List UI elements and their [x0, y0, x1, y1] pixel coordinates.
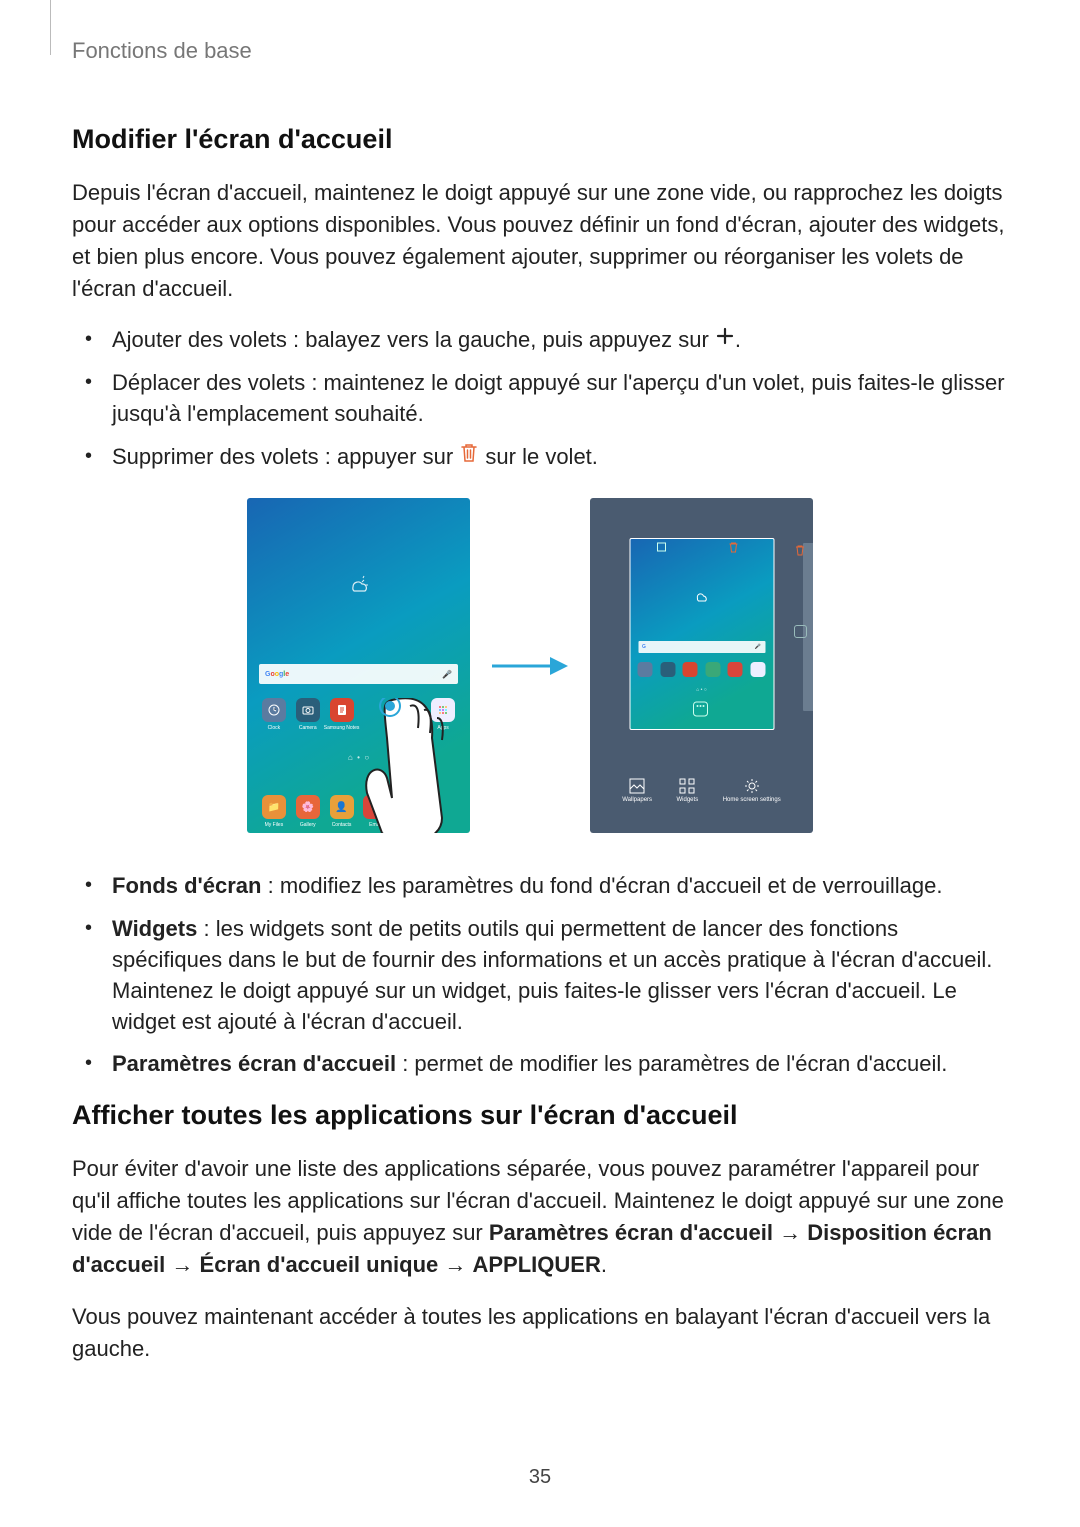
widgets-button: Widgets	[677, 778, 699, 803]
trash-icon	[460, 441, 478, 472]
contacts-icon: 👤	[330, 795, 354, 819]
bullets-b: Fonds d'écran : modifiez les paramètres …	[72, 871, 1010, 1080]
bullet-add-panels: Ajouter des volets : balayez vers la gau…	[72, 325, 1010, 357]
mp-notes-icon	[683, 662, 698, 677]
mp-apps-icon	[750, 662, 765, 677]
samsung-notes-icon	[330, 698, 354, 722]
panel-delete-icon	[795, 543, 805, 553]
panel-preview: G🎤 ⌂ • ○	[629, 538, 774, 730]
chapter-title: Fonctions de base	[72, 38, 1010, 64]
app-row-2: 📁My Files 🌸Gallery 👤Contacts ✉Email	[247, 795, 470, 819]
section-title-modifier: Modifier l'écran d'accueil	[72, 124, 1010, 155]
mp-trash-icon	[728, 542, 738, 553]
mp-page-dots: ⌂ • ○	[630, 687, 773, 693]
page-number: 35	[0, 1466, 1080, 1489]
myfiles-icon: 📁	[262, 795, 286, 819]
mp-camera-icon	[660, 662, 675, 677]
clock-icon	[262, 698, 286, 722]
section1-intro: Depuis l'écran d'accueil, maintenez le d…	[72, 177, 1010, 305]
mp-app-row	[634, 662, 769, 677]
app-row-1: Clock Camera Samsung Notes Apps	[247, 698, 470, 722]
gallery-icon: 🌸	[296, 795, 320, 819]
widgets-icon	[679, 778, 695, 794]
mp-weather-icon	[694, 589, 710, 607]
weather-icon	[347, 573, 371, 597]
pinch-edit-illustration: Google 🎤 Clock Camera Samsung Notes Apps…	[145, 498, 915, 833]
bullet-move-panels: Déplacer des volets : maintenez le doigt…	[72, 368, 1010, 430]
google-search-bar: Google 🎤	[259, 664, 458, 684]
bullet-delete-panels: Supprimer des volets : appuyer sur sur l…	[72, 442, 1010, 474]
phone-before: Google 🎤 Clock Camera Samsung Notes Apps…	[247, 498, 470, 833]
section2-p2: Vous pouvez maintenant accéder à toutes …	[72, 1301, 1010, 1365]
wallpapers-button: Wallpapers	[622, 778, 652, 803]
divider-rule	[50, 0, 51, 55]
mic-icon: 🎤	[442, 670, 452, 679]
email-icon: ✉	[363, 795, 387, 819]
edit-bottom-actions: Wallpapers Widgets Home screen settings	[590, 778, 813, 803]
camera-icon	[296, 698, 320, 722]
mp-star-icon	[657, 542, 667, 552]
mp-app-icon	[728, 662, 743, 677]
plus-icon	[716, 323, 734, 354]
mp-app-icon	[705, 662, 720, 677]
bullet-params: Paramètres écran d'accueil : permet de m…	[72, 1049, 1010, 1080]
gear-icon	[744, 778, 760, 794]
google-logo-text: Google	[265, 671, 289, 678]
apps-grid-icon	[431, 698, 455, 722]
home-settings-button: Home screen settings	[723, 778, 781, 803]
bullet-fonds: Fonds d'écran : modifiez les paramètres …	[72, 871, 1010, 902]
bullets-a: Ajouter des volets : balayez vers la gau…	[72, 325, 1010, 474]
section-title-afficher: Afficher toutes les applications sur l'é…	[72, 1100, 1010, 1131]
page-indicator: ⌂ • ○	[247, 753, 470, 762]
wallpapers-icon	[629, 778, 645, 794]
mp-single-app-icon	[693, 701, 711, 717]
mp-search-bar: G🎤	[638, 641, 765, 653]
edge-app-icon	[794, 625, 807, 638]
transition-arrow-icon	[490, 654, 570, 678]
mp-clock-icon	[638, 662, 653, 677]
phone-after: G🎤 ⌂ • ○ Wallpapers Widgets	[590, 498, 813, 833]
section2-p1: Pour éviter d'avoir une liste des applic…	[72, 1153, 1010, 1281]
bullet-widgets: Widgets : les widgets sont de petits out…	[72, 914, 1010, 1037]
